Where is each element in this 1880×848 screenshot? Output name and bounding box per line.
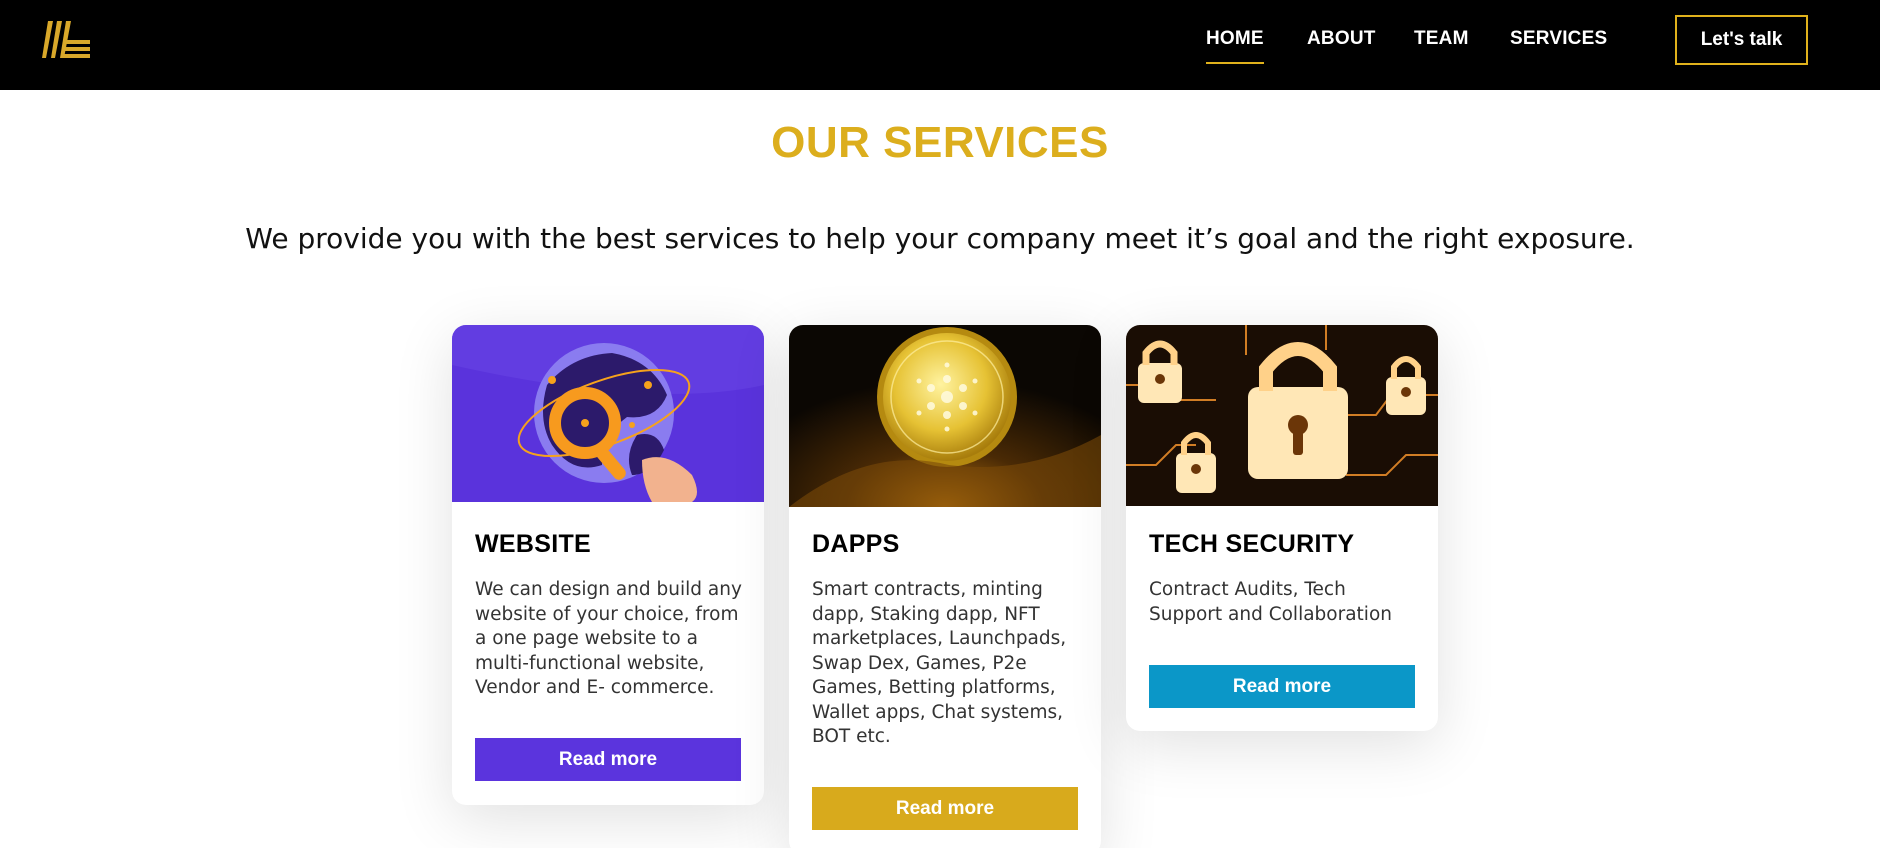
service-card-tech-security: TECH SECURITY Contract Audits, Tech Supp… [1126, 325, 1438, 731]
card-description: Contract Audits, Tech Support and Collab… [1149, 579, 1392, 625]
read-more-button[interactable]: Read more [812, 787, 1078, 830]
nav-services[interactable]: SERVICES [1510, 28, 1607, 62]
service-card-dapps: DAPPS Smart contracts, minting dapp, Sta… [789, 325, 1101, 848]
top-navigation-bar: HOME ABOUT TEAM SERVICES Let's talk [0, 0, 1880, 90]
card-description: Smart contracts, minting dapp, Staking d… [812, 579, 1067, 747]
card-title: WEBSITE [475, 530, 591, 558]
lets-talk-button[interactable]: Let's talk [1675, 15, 1808, 65]
section-subtitle: We provide you with the best services to… [245, 222, 1635, 255]
globe-magnifier-illustration [452, 325, 764, 502]
main-nav: HOME ABOUT TEAM SERVICES [0, 0, 1880, 90]
nav-home[interactable]: HOME [1206, 28, 1264, 64]
read-more-button[interactable]: Read more [1149, 665, 1415, 708]
nav-about[interactable]: ABOUT [1307, 28, 1376, 62]
glowing-padlocks-photo [1126, 325, 1438, 506]
card-title: TECH SECURITY [1149, 530, 1355, 558]
card-title: DAPPS [812, 530, 900, 558]
section-title: OUR SERVICES [771, 118, 1109, 167]
nav-team[interactable]: TEAM [1414, 28, 1469, 62]
gold-coin-photo [789, 325, 1101, 507]
read-more-button[interactable]: Read more [475, 738, 741, 781]
service-card-website: WEBSITE We can design and build any webs… [452, 325, 764, 805]
card-description: We can design and build any website of y… [475, 579, 742, 698]
